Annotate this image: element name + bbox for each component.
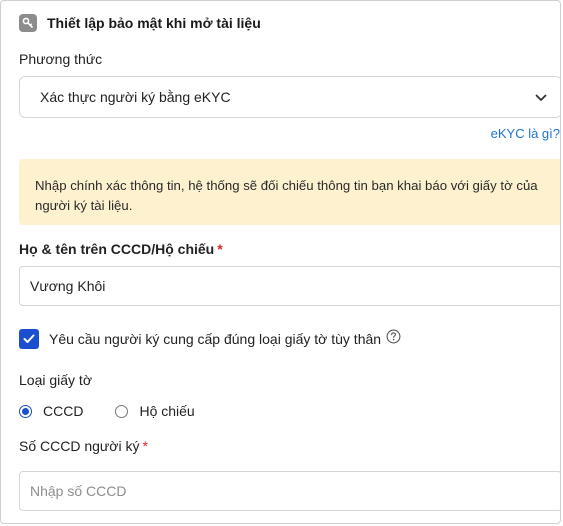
security-settings-panel: Thiết lập bảo mật khi mở tài liệu Phương… <box>0 0 561 524</box>
require-id-label: Yêu cầu người ký cung cấp đúng loại giấy… <box>49 331 382 347</box>
radio-option-cccd[interactable]: CCCD <box>19 403 83 419</box>
method-select[interactable]: Xác thực người ký bằng eKYC <box>19 76 560 118</box>
radio-cccd[interactable] <box>19 404 32 418</box>
doc-type-label: Loại giấy tờ <box>19 372 93 388</box>
fullname-input[interactable] <box>19 266 560 306</box>
required-marker: * <box>142 438 148 454</box>
section-title: Thiết lập bảo mật khi mở tài liệu <box>47 15 261 31</box>
ekyc-help-link[interactable]: eKYC là gì? <box>491 126 560 141</box>
fullname-label-text: Họ & tên trên CCCD/Hộ chiếu <box>19 241 215 257</box>
method-select-value: Xác thực người ký bằng eKYC <box>40 89 231 105</box>
chevron-down-icon <box>535 89 547 105</box>
method-label: Phương thức <box>19 51 103 67</box>
help-circle-icon[interactable] <box>386 329 401 349</box>
require-id-checkbox[interactable] <box>19 329 39 349</box>
doc-type-radio-group: CCCD Hộ chiếu <box>19 403 227 419</box>
key-icon <box>19 14 37 32</box>
radio-option-passport[interactable]: Hộ chiếu <box>115 403 195 419</box>
section-header: Thiết lập bảo mật khi mở tài liệu <box>19 14 261 32</box>
id-number-label: Số CCCD người ký * <box>19 438 148 454</box>
info-alert: Nhập chính xác thông tin, hệ thống sẽ đố… <box>19 159 560 225</box>
radio-passport-label: Hộ chiếu <box>139 403 195 419</box>
required-marker: * <box>217 241 223 257</box>
id-number-input[interactable] <box>19 471 560 511</box>
radio-passport[interactable] <box>115 404 129 418</box>
id-number-label-text: Số CCCD người ký <box>19 438 140 454</box>
require-id-row: Yêu cầu người ký cung cấp đúng loại giấy… <box>19 329 401 349</box>
radio-cccd-label: CCCD <box>43 403 84 419</box>
fullname-label: Họ & tên trên CCCD/Hộ chiếu * <box>19 241 223 257</box>
